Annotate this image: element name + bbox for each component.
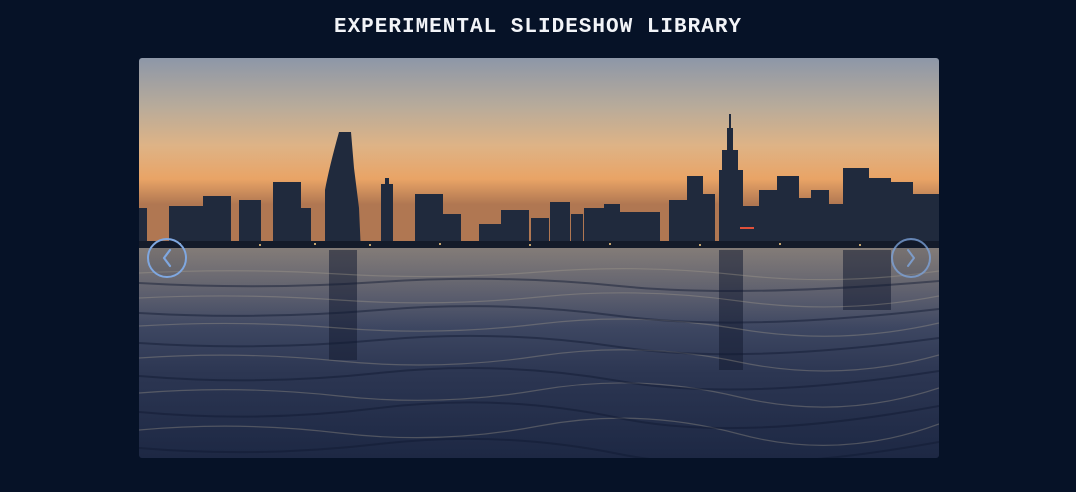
page-title: EXPERIMENTAL SLIDESHOW LIBRARY: [333, 16, 743, 39]
page: EXPERIMENTAL SLIDESHOW LIBRARY: [0, 0, 1076, 492]
chevron-right-icon: [907, 249, 915, 267]
slideshow: [139, 58, 939, 458]
next-slide-button[interactable]: [891, 238, 931, 278]
previous-slide-button[interactable]: [147, 238, 187, 278]
slide-image: [139, 58, 939, 458]
chevron-left-icon: [162, 248, 172, 268]
